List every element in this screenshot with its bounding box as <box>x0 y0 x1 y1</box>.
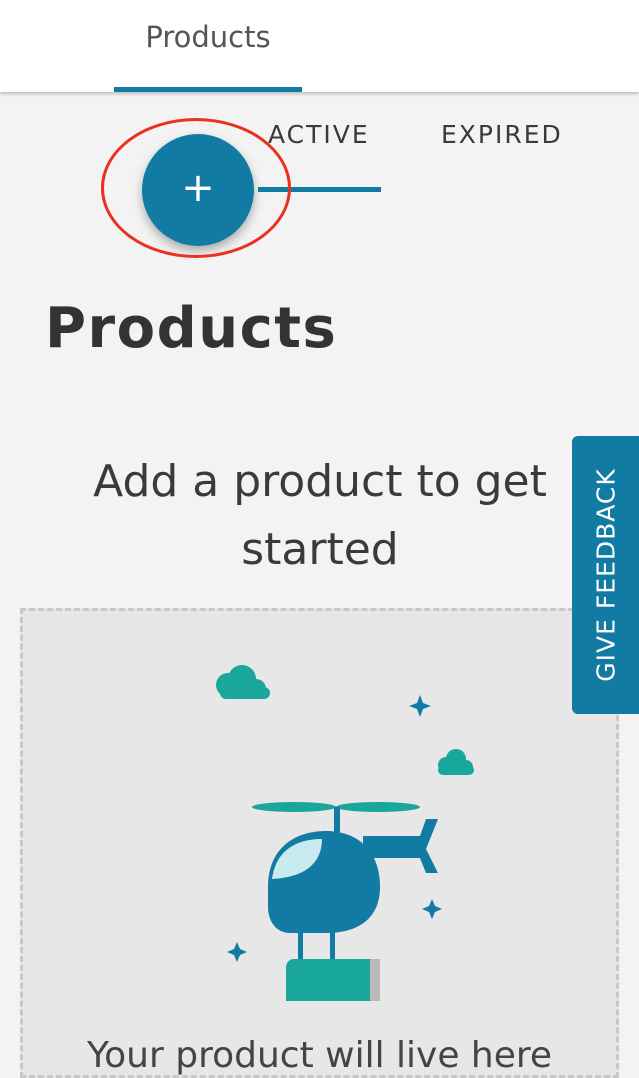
subtab-active[interactable]: ACTIVE <box>268 120 370 160</box>
sparkle-icon <box>422 899 442 919</box>
empty-state-caption: Your product will live here <box>86 1035 553 1076</box>
tab-products-label: Products <box>145 20 271 54</box>
cloud-icon <box>438 749 474 775</box>
helicopter-illustration <box>216 665 474 1001</box>
subtab-active-indicator <box>258 187 381 192</box>
sparkle-icon <box>409 695 431 717</box>
sparkle-icon <box>227 942 247 962</box>
tab-products[interactable]: Products <box>114 0 302 92</box>
top-navigation-bar: Products <box>0 0 639 92</box>
cloud-icon <box>216 665 270 699</box>
empty-state-heading: Add a product to get started <box>93 456 547 575</box>
give-feedback-label: GIVE FEEDBACK <box>591 468 620 682</box>
tab-active-indicator <box>114 87 302 92</box>
page-title: Products <box>45 296 338 361</box>
subtab-expired[interactable]: EXPIRED <box>441 120 563 160</box>
give-feedback-button[interactable]: GIVE FEEDBACK <box>572 436 639 714</box>
add-product-button[interactable]: + <box>142 134 254 246</box>
empty-state-card: Your product will live here <box>20 608 619 1078</box>
plus-icon: + <box>181 165 215 211</box>
